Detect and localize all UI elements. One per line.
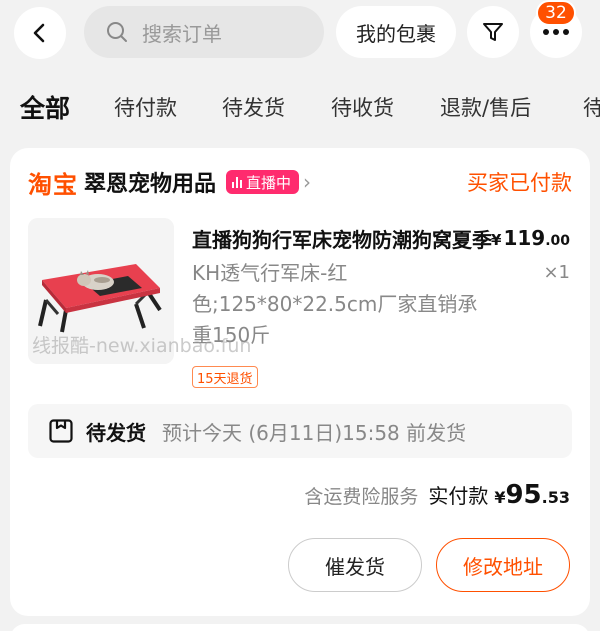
shop-row[interactable]: 淘宝 翠恩宠物用品 直播中 › 买家已付款: [28, 164, 572, 200]
paid-amount-label: 实付款: [428, 484, 489, 508]
search-placeholder: 搜索订单: [142, 21, 222, 46]
shipping-status-box[interactable]: 待发货 预计今天 (6月11日)15:58 前发货: [28, 404, 572, 458]
order-status: 买家已付款: [467, 171, 572, 195]
product-spec: KH透气行军床-红色;125*80*22.5cm厂家直销承重150斤: [192, 261, 478, 347]
package-box-icon: [49, 419, 73, 443]
tab-all[interactable]: 全部: [20, 89, 70, 125]
tab-pending-payment[interactable]: 待付款: [114, 92, 177, 122]
shipping-eta: 预计今天 (6月11日)15:58 前发货: [162, 420, 467, 445]
chevron-right-icon: ›: [303, 170, 312, 194]
shipping-insurance-label: 含运费险服务: [304, 486, 419, 508]
search-icon: [107, 22, 127, 42]
product-title[interactable]: 直播狗狗行军床宠物防潮狗窝夏季: [192, 224, 492, 253]
tab-overflow[interactable]: 待: [583, 92, 600, 122]
live-bars-icon: [232, 176, 243, 188]
order-card[interactable]: 淘宝 翠恩宠物用品 直播中 › 买家已付款 直播狗狗行军床宠物防潮狗窝夏季 ¥ …: [10, 148, 590, 616]
search-input[interactable]: 搜索订单: [84, 6, 324, 58]
product-quantity: ×1: [543, 262, 570, 283]
modify-address-button[interactable]: 修改地址: [436, 538, 570, 592]
shipping-status: 待发货: [86, 420, 146, 445]
product-price: ¥119.00: [491, 226, 570, 250]
tab-pending-receipt[interactable]: 待收货: [331, 92, 394, 122]
top-bar: 搜索订单 我的包裹 32: [0, 0, 600, 66]
price-integer: 119: [503, 226, 546, 250]
message-badge: 32: [536, 0, 576, 26]
live-badge[interactable]: 直播中: [226, 170, 300, 194]
taobao-logo: 淘宝: [28, 170, 78, 199]
paid-amount-integer: 95: [505, 480, 542, 510]
order-tabs: 全部 待付款 待发货 待收货 退款/售后 待: [0, 82, 600, 138]
live-label: 直播中: [246, 173, 292, 192]
back-icon: [33, 23, 45, 43]
my-packages-button[interactable]: 我的包裹: [336, 6, 456, 58]
filter-icon: [483, 23, 503, 41]
paid-amount-decimal: .53: [541, 488, 570, 507]
next-order-card[interactable]: [10, 624, 590, 631]
return-policy-tag: 15天退货: [192, 366, 258, 388]
back-button[interactable]: [14, 7, 66, 59]
tab-pending-shipment[interactable]: 待发货: [222, 92, 285, 122]
price-decimal: .00: [545, 233, 570, 249]
product-image[interactable]: [28, 218, 174, 364]
urge-shipment-button[interactable]: 催发货: [288, 538, 422, 592]
filter-button[interactable]: [467, 6, 519, 58]
tab-refund-aftersales[interactable]: 退款/售后: [440, 92, 531, 122]
more-icon: [543, 29, 569, 35]
payment-summary: 含运费险服务 实付款 ¥95.53: [304, 480, 570, 510]
shop-name[interactable]: 翠恩宠物用品: [84, 166, 216, 198]
